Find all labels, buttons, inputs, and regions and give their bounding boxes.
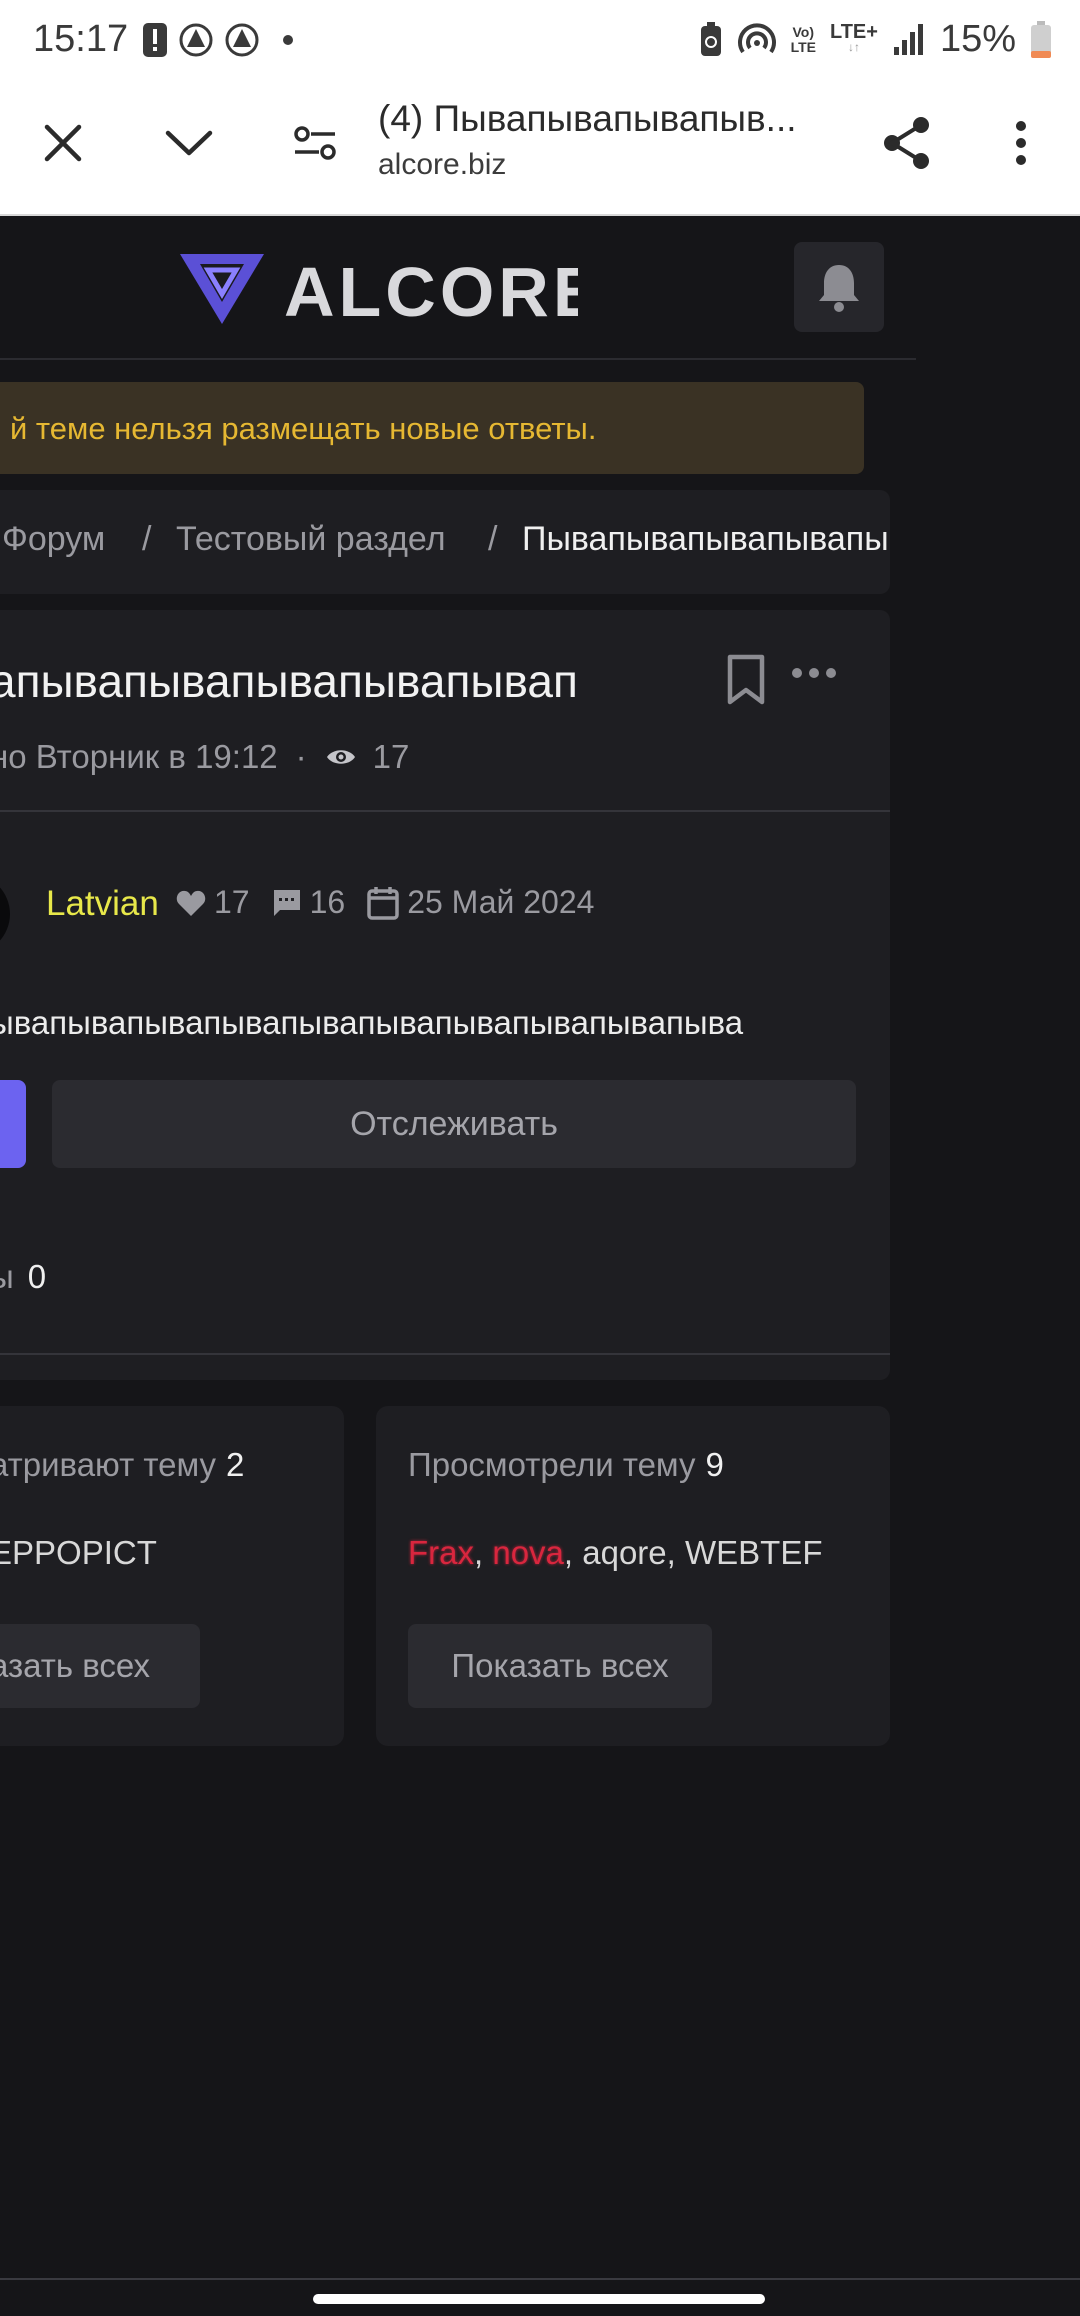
topic-meta: но Вторник в 19:12 · 17 — [0, 738, 409, 776]
lte-indicator: LTE+ ↓↑ — [829, 20, 878, 54]
app-icon — [179, 23, 213, 57]
tab-title[interactable]: (4) Пывапывапывапыв... — [378, 98, 858, 140]
breadcrumb: Форум / Тестовый раздел / Пывапывапывапы… — [0, 490, 890, 594]
viewed-card: Просмотрели тему 9 Frax, nova, aqore, WEB… — [376, 1406, 890, 1746]
likes-count: 17 — [214, 884, 250, 920]
system-icons: Vo) LTE LTE+ ↓↑ 15% — [699, 18, 1052, 61]
battery-saver-icon — [700, 21, 721, 56]
site-settings-button[interactable] — [282, 110, 348, 176]
user-link[interactable]: WEBTEF — [685, 1534, 823, 1571]
viewing-now-title: атривают тему 2 — [0, 1446, 244, 1484]
viewing-now-users[interactable]: EPPOPICT — [0, 1534, 157, 1572]
app-icon — [225, 23, 259, 57]
replies-count: 0 — [27, 1258, 47, 1295]
navigation-bar — [0, 2278, 1080, 2316]
volte-label-bottom: LTE — [790, 38, 816, 55]
user-separator: , — [563, 1534, 583, 1571]
url-text[interactable]: alcore.biz — [378, 148, 506, 182]
message-icon — [273, 889, 300, 916]
lte-label: LTE+ — [829, 20, 878, 43]
dot-icon — [283, 35, 293, 45]
chevron-down-icon — [165, 130, 213, 156]
signal-icon — [893, 23, 923, 55]
registration-date: 25 Май 2024 — [407, 884, 595, 920]
bell-icon — [819, 265, 859, 312]
breadcrumb-forum[interactable]: Форум — [2, 520, 105, 559]
breadcrumb-separator: / — [142, 520, 152, 558]
user-link[interactable]: nova — [492, 1534, 564, 1571]
browser-toolbar: (4) Пывапывапывапыв... alcore.biz — [0, 80, 1080, 216]
avatar[interactable] — [0, 874, 10, 954]
site-header: ALCORE — [0, 218, 916, 360]
site-logo[interactable]: ALCORE — [178, 246, 600, 335]
breadcrumb-section[interactable]: Тестовый раздел — [176, 520, 446, 559]
viewing-now-count: 2 — [226, 1446, 245, 1483]
status-bar: 15:17 Vo) LTE LTE+ ↓↑ 15% — [0, 0, 1080, 80]
volte-label-top: Vo) — [792, 23, 815, 40]
follow-button[interactable]: Отслеживать — [52, 1080, 856, 1168]
site-settings-icon — [294, 126, 336, 160]
topic-title: апывапывапывапывапывап — [0, 655, 578, 707]
home-gesture-bar[interactable] — [313, 2294, 765, 2304]
close-tab-button[interactable] — [30, 110, 96, 176]
author-name[interactable]: Latvian — [46, 884, 159, 924]
views-count: 17 — [372, 738, 410, 775]
user-link[interactable]: Frax — [408, 1534, 474, 1571]
viewed-label: Просмотрели тему — [408, 1446, 696, 1483]
replies-row: ы0 — [0, 1258, 46, 1296]
volte-indicator: Vo) LTE — [790, 23, 816, 55]
hotspot-icon — [737, 22, 776, 53]
user-separator: , — [474, 1534, 493, 1571]
notifications-button[interactable] — [794, 242, 884, 332]
close-icon — [44, 124, 82, 162]
viewed-count: 9 — [705, 1446, 724, 1483]
web-page: ALCORE й теме нельзя размещать новые отв… — [0, 218, 1080, 2278]
viewing-now-label: атривают тему — [0, 1446, 217, 1483]
show-all-viewing-button[interactable]: азать всех — [0, 1624, 200, 1708]
more-horizontal-icon — [792, 668, 836, 678]
more-options-button[interactable] — [988, 110, 1054, 176]
reply-button[interactable] — [0, 1080, 26, 1168]
viewing-now-card: атривают тему 2 EPPOPICT азать всех — [0, 1406, 344, 1746]
notification-icons — [142, 22, 306, 58]
battery-percent: 15% — [939, 18, 1016, 60]
user-separator: , — [666, 1534, 685, 1571]
viewed-title: Просмотрели тему 9 — [408, 1446, 724, 1484]
bookmark-button[interactable] — [726, 654, 766, 711]
show-all-viewed-button[interactable]: Показать всех — [408, 1624, 712, 1708]
logo-text: ALCORE — [284, 253, 578, 330]
post-body: ывапывапывапывапывапывапывапывапывапыва — [0, 1004, 744, 1041]
topic-more-button[interactable] — [790, 666, 838, 685]
heart-icon — [176, 890, 206, 916]
breadcrumb-separator: / — [488, 520, 498, 558]
minimize-button[interactable] — [156, 110, 222, 176]
calendar-icon — [367, 886, 399, 920]
viewed-users: Frax, nova, aqore, WEBTEF — [408, 1534, 828, 1572]
divider — [0, 810, 890, 812]
share-icon — [884, 117, 929, 169]
clock: 15:17 — [33, 18, 129, 60]
topic-card: апывапывапывапывапывап но Вторник в 19:1… — [0, 610, 890, 1380]
eye-icon — [326, 750, 355, 764]
share-button[interactable] — [874, 110, 940, 176]
breadcrumb-current: Пывапывапывапывапывап — [522, 520, 890, 558]
alert-icon — [143, 23, 167, 57]
author-stats: 17 16 25 Май 2024 — [176, 884, 608, 921]
user-link[interactable]: aqore — [582, 1534, 666, 1571]
closed-topic-notice: й теме нельзя размещать новые ответы. — [0, 382, 864, 474]
divider — [0, 1353, 890, 1355]
battery-icon — [1031, 20, 1051, 58]
more-vertical-icon — [1016, 121, 1026, 165]
logo-icon: ALCORE — [180, 253, 600, 331]
topic-date: но Вторник в 19:12 — [0, 738, 278, 775]
messages-count: 16 — [309, 884, 346, 920]
replies-label: ы — [0, 1258, 14, 1295]
meta-separator: · — [295, 738, 307, 775]
bookmark-icon — [727, 654, 765, 705]
